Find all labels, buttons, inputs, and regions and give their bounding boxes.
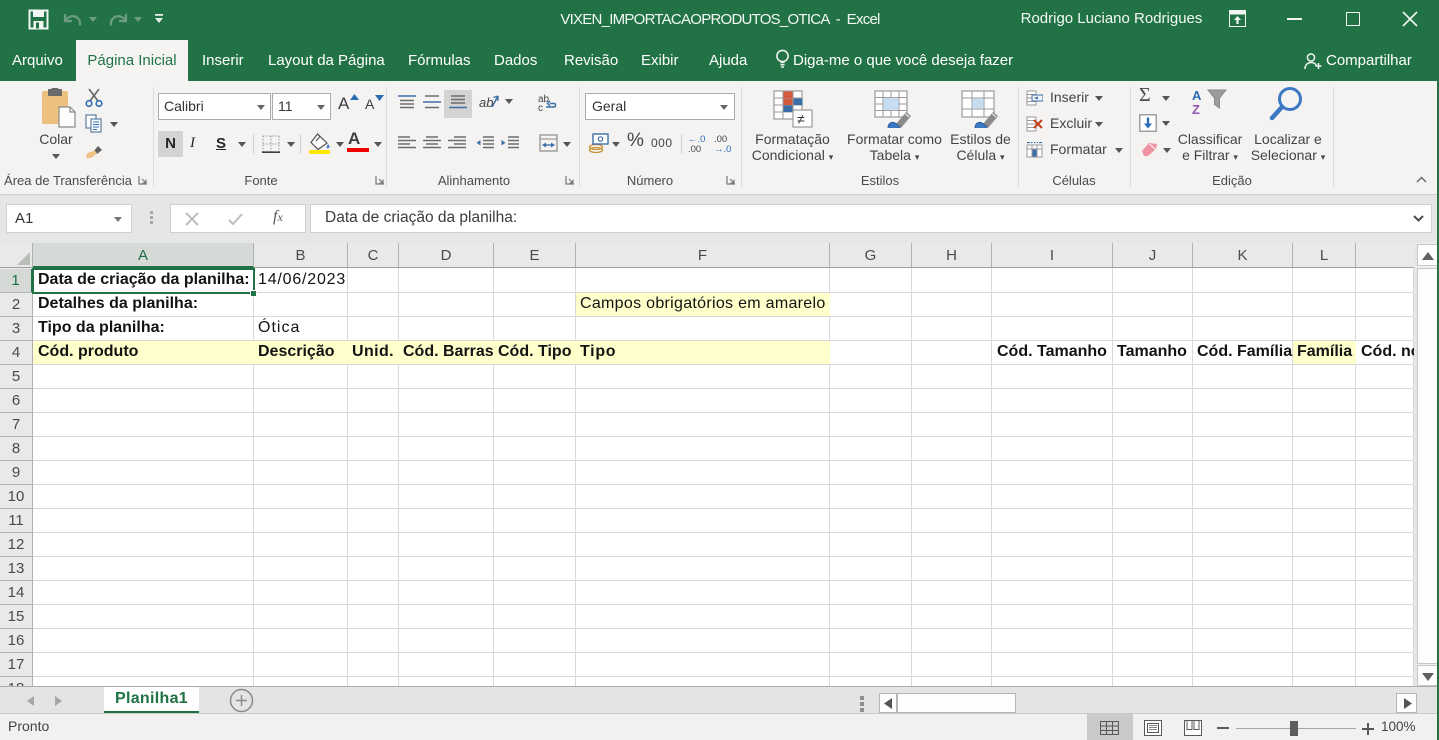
svg-text:ab: ab [479, 95, 493, 110]
svg-text:→.0: →.0 [714, 144, 731, 153]
svg-text:Z: Z [1192, 102, 1200, 115]
svg-text:c: c [538, 103, 543, 111]
svg-text:A: A [1192, 88, 1202, 103]
svg-text:.00: .00 [688, 144, 701, 153]
svg-text:≠: ≠ [797, 111, 805, 127]
